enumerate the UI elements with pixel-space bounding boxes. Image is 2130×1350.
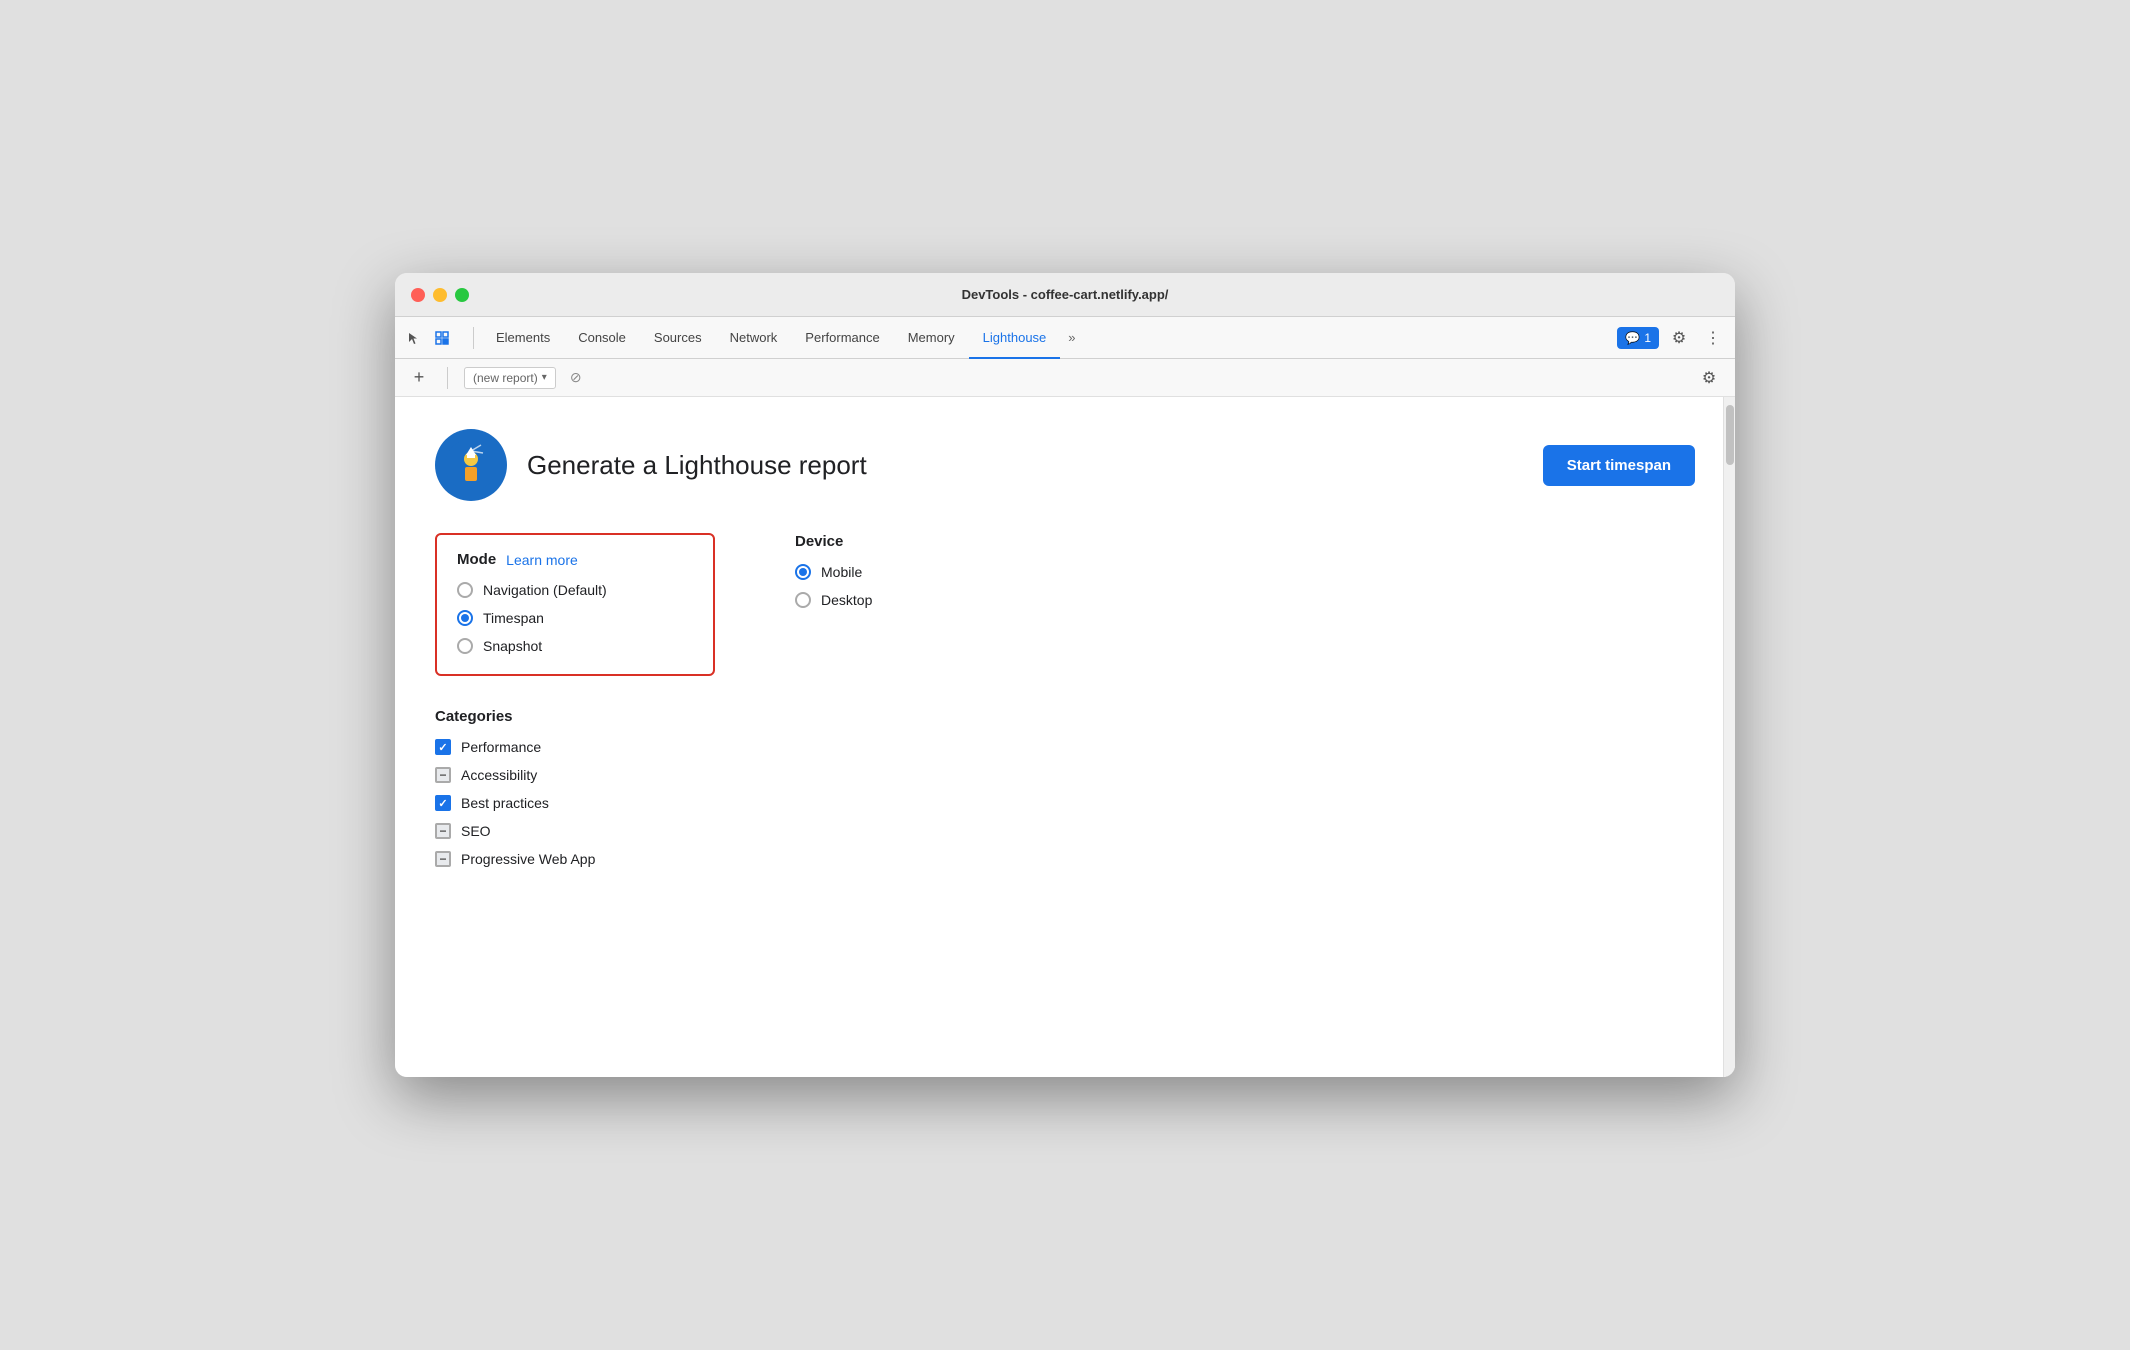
main-content: Generate a Lighthouse report Start times… bbox=[395, 397, 1735, 1077]
category-accessibility-label: Accessibility bbox=[461, 767, 537, 783]
category-seo-option[interactable]: SEO bbox=[435, 823, 1695, 839]
mode-timespan-label: Timespan bbox=[483, 610, 544, 626]
mode-navigation-option[interactable]: Navigation (Default) bbox=[457, 582, 693, 598]
maximize-button[interactable] bbox=[455, 288, 469, 302]
categories-title: Categories bbox=[435, 708, 1695, 725]
add-report-button[interactable]: + bbox=[407, 366, 431, 390]
more-options-icon[interactable]: ⋮ bbox=[1699, 324, 1727, 352]
tab-performance[interactable]: Performance bbox=[791, 317, 893, 359]
inspect-icon[interactable] bbox=[431, 327, 453, 349]
tab-bar-right: 💬 1 ⚙ ⋮ bbox=[1617, 324, 1727, 352]
cursor-icon[interactable] bbox=[403, 327, 425, 349]
mode-snapshot-option[interactable]: Snapshot bbox=[457, 638, 693, 654]
header-left: Generate a Lighthouse report bbox=[435, 429, 867, 501]
category-accessibility-option[interactable]: Accessibility bbox=[435, 767, 1695, 783]
header-row: Generate a Lighthouse report Start times… bbox=[435, 429, 1695, 501]
console-badge-button[interactable]: 💬 1 bbox=[1617, 327, 1659, 349]
secondary-divider bbox=[447, 367, 448, 389]
mode-navigation-radio[interactable] bbox=[457, 582, 473, 598]
minimize-button[interactable] bbox=[433, 288, 447, 302]
start-timespan-button[interactable]: Start timespan bbox=[1543, 445, 1695, 486]
category-pwa-option[interactable]: Progressive Web App bbox=[435, 851, 1695, 867]
mode-snapshot-radio[interactable] bbox=[457, 638, 473, 654]
mode-device-row: Mode Learn more Navigation (Default) Tim… bbox=[435, 533, 1695, 676]
category-performance-checkbox[interactable] bbox=[435, 739, 451, 755]
mode-timespan-radio[interactable] bbox=[457, 610, 473, 626]
scrollbar-thumb[interactable] bbox=[1726, 405, 1734, 465]
toolbar-icons bbox=[403, 327, 453, 349]
secondary-settings-icon[interactable]: ⚙ bbox=[1695, 364, 1723, 392]
device-desktop-option[interactable]: Desktop bbox=[795, 592, 995, 608]
mode-section-title: Mode Learn more bbox=[457, 551, 693, 568]
badge-count: 1 bbox=[1644, 331, 1651, 345]
category-seo-label: SEO bbox=[461, 823, 491, 839]
mode-section: Mode Learn more Navigation (Default) Tim… bbox=[435, 533, 715, 676]
mode-navigation-label: Navigation (Default) bbox=[483, 582, 607, 598]
category-pwa-label: Progressive Web App bbox=[461, 851, 595, 867]
categories-section: Categories Performance Accessibility Bes… bbox=[435, 708, 1695, 867]
tab-bar: Elements Console Sources Network Perform… bbox=[395, 317, 1735, 359]
device-desktop-radio[interactable] bbox=[795, 592, 811, 608]
tab-memory[interactable]: Memory bbox=[894, 317, 969, 359]
secondary-toolbar: + (new report) ▾ ⊘ ⚙ bbox=[395, 359, 1735, 397]
tab-network[interactable]: Network bbox=[716, 317, 792, 359]
device-mobile-label: Mobile bbox=[821, 564, 862, 580]
mode-snapshot-label: Snapshot bbox=[483, 638, 542, 654]
settings-icon[interactable]: ⚙ bbox=[1665, 324, 1693, 352]
device-section-title: Device bbox=[795, 533, 995, 550]
devtools-window: DevTools - coffee-cart.netlify.app/ Elem… bbox=[395, 273, 1735, 1077]
secondary-toolbar-right: ⚙ bbox=[1695, 364, 1723, 392]
tab-sources[interactable]: Sources bbox=[640, 317, 716, 359]
lighthouse-logo bbox=[435, 429, 507, 501]
tab-elements[interactable]: Elements bbox=[482, 317, 564, 359]
toolbar-divider bbox=[473, 327, 474, 349]
tab-lighthouse[interactable]: Lighthouse bbox=[969, 317, 1061, 359]
category-accessibility-checkbox[interactable] bbox=[435, 767, 451, 783]
category-pwa-checkbox[interactable] bbox=[435, 851, 451, 867]
category-best-practices-label: Best practices bbox=[461, 795, 549, 811]
device-section: Device Mobile Desktop bbox=[795, 533, 995, 676]
category-performance-option[interactable]: Performance bbox=[435, 739, 1695, 755]
mode-timespan-option[interactable]: Timespan bbox=[457, 610, 693, 626]
title-bar: DevTools - coffee-cart.netlify.app/ bbox=[395, 273, 1735, 317]
tab-console[interactable]: Console bbox=[564, 317, 640, 359]
cancel-report-button[interactable]: ⊘ bbox=[564, 366, 588, 390]
console-icon: 💬 bbox=[1625, 331, 1640, 345]
scrollbar[interactable] bbox=[1723, 397, 1735, 1077]
page-title: Generate a Lighthouse report bbox=[527, 450, 867, 481]
category-seo-checkbox[interactable] bbox=[435, 823, 451, 839]
report-select[interactable]: (new report) ▾ bbox=[464, 367, 556, 389]
report-placeholder: (new report) bbox=[473, 371, 538, 385]
category-performance-label: Performance bbox=[461, 739, 541, 755]
window-title: DevTools - coffee-cart.netlify.app/ bbox=[962, 287, 1169, 302]
tab-more-button[interactable]: » bbox=[1060, 317, 1083, 359]
close-button[interactable] bbox=[411, 288, 425, 302]
category-best-practices-checkbox[interactable] bbox=[435, 795, 451, 811]
device-desktop-label: Desktop bbox=[821, 592, 872, 608]
traffic-lights bbox=[411, 288, 469, 302]
learn-more-link[interactable]: Learn more bbox=[506, 552, 578, 568]
device-mobile-radio[interactable] bbox=[795, 564, 811, 580]
category-best-practices-option[interactable]: Best practices bbox=[435, 795, 1695, 811]
chevron-down-icon: ▾ bbox=[542, 372, 547, 383]
device-mobile-option[interactable]: Mobile bbox=[795, 564, 995, 580]
